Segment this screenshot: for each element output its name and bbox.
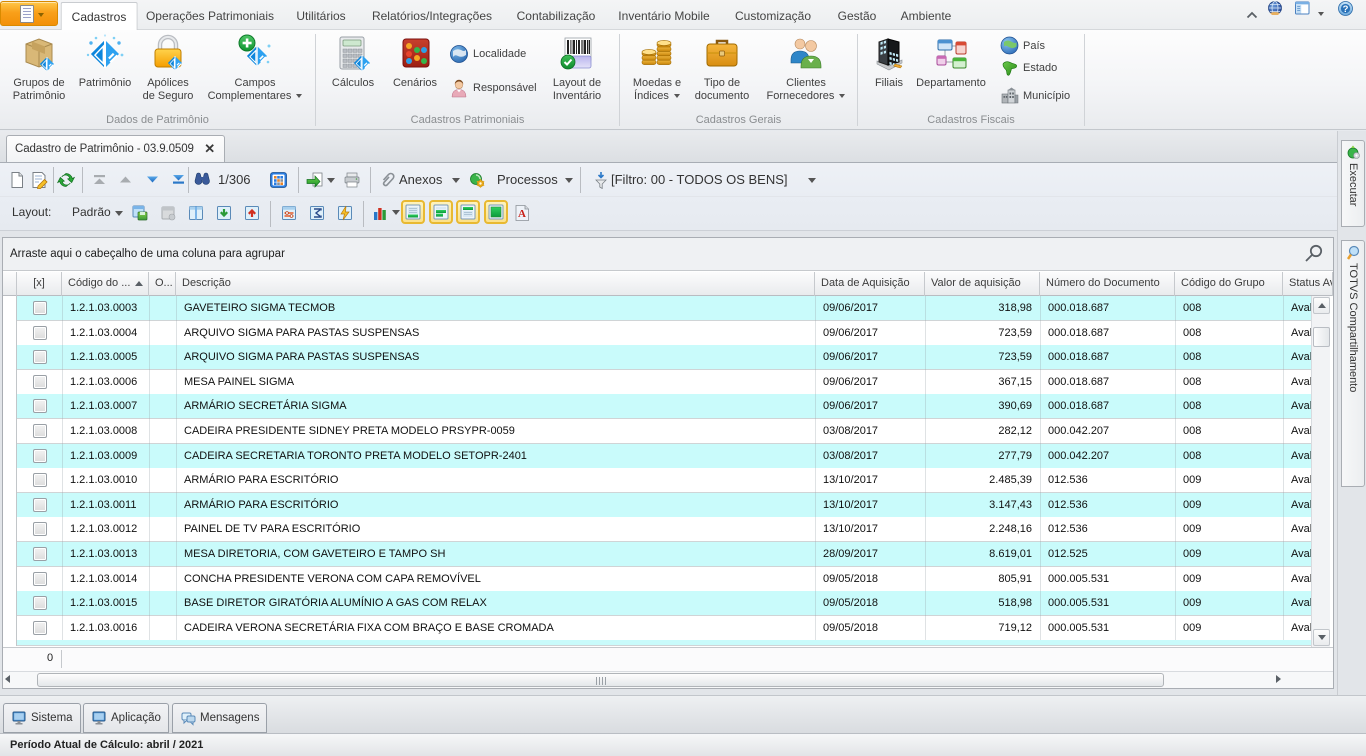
svg-text:?: ?: [1343, 4, 1349, 15]
svg-text:A: A: [518, 208, 526, 220]
